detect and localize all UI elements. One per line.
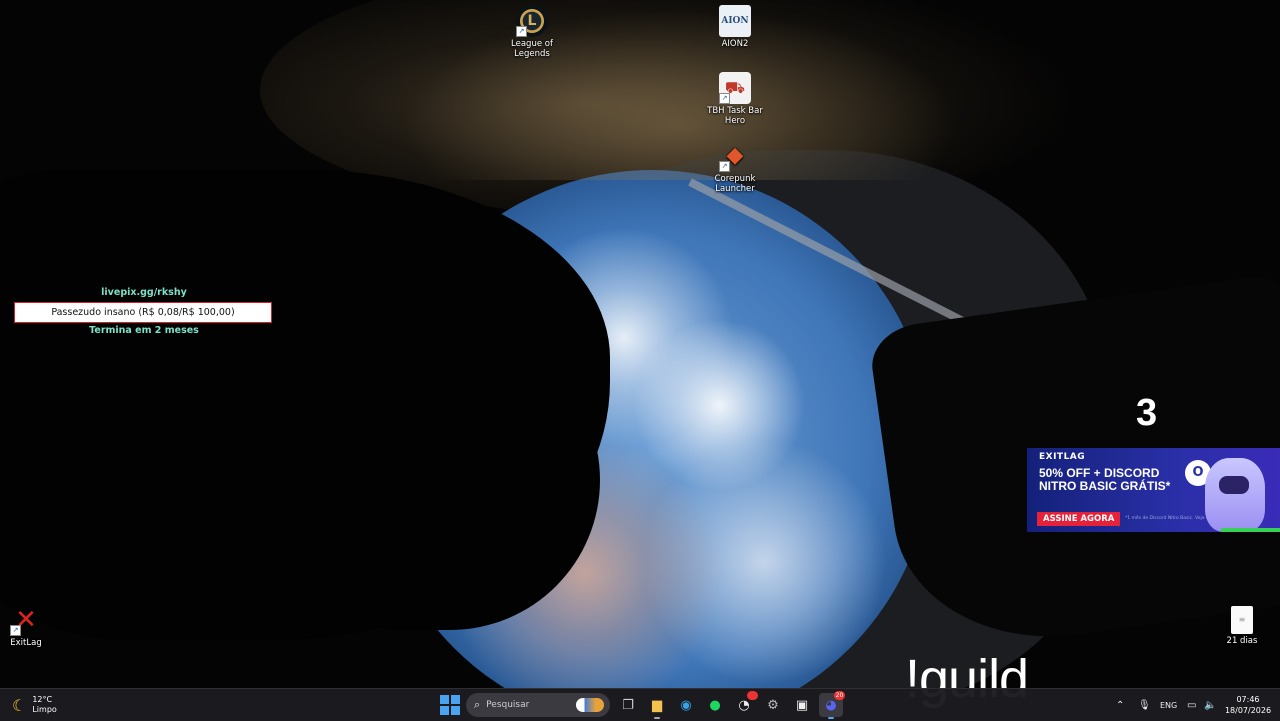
notification-dot: [747, 691, 758, 700]
desktop-icon-aion2[interactable]: AION AION2: [698, 5, 772, 49]
exitlag-ad-banner[interactable]: EXITLAG 50% OFF + DISCORD NITRO BASIC GR…: [1027, 448, 1280, 532]
task-view-icon: ❐: [622, 697, 634, 713]
search-highlight-icon: [576, 698, 604, 712]
microphone-icon: 🎙: [1138, 699, 1151, 711]
moon-icon: ☾: [12, 695, 27, 715]
taskbar-discord[interactable]: ◕ 20: [819, 691, 845, 719]
shortcut-arrow-icon: ↗: [719, 93, 730, 104]
running-indicator: [828, 717, 834, 719]
taskbar-file-explorer[interactable]: ▆: [645, 693, 669, 719]
weather-condition: Limpo: [32, 705, 57, 714]
taskbar-game-app[interactable]: ▣: [790, 693, 814, 717]
spotify-icon: ●: [709, 697, 721, 713]
livepix-end-text: Termina em 2 meses: [89, 325, 199, 336]
text-document-icon: ≡: [1231, 606, 1253, 634]
overlay-counter: 3: [1136, 392, 1158, 434]
ad-brand-logo: EXITLAG: [1039, 452, 1086, 462]
desktop-icon-label: ExitLag: [10, 638, 42, 648]
windows-logo-pane: [440, 695, 449, 704]
desktop-icon-corepunk-launcher[interactable]: ◆ ↗ Corepunk Launcher: [698, 140, 772, 195]
desktop-icon-tbh-task-bar-hero[interactable]: ⛟ ↗ TBH Task Bar Hero: [698, 72, 772, 126]
desktop-wallpaper: [0, 0, 1280, 688]
search-icon: ⌕: [474, 698, 481, 711]
windows-logo-pane: [440, 706, 449, 715]
tbh-task-bar-hero-icon: ⛟ ↗: [719, 72, 751, 104]
weather-text: 12°C Limpo: [32, 695, 56, 715]
weather-temperature: 12°C: [32, 695, 53, 704]
shortcut-arrow-icon: ↗: [516, 26, 527, 37]
discord-mascot-icon: [1205, 458, 1265, 532]
aion2-icon: AION: [719, 5, 751, 37]
edge-icon: ◉: [680, 697, 692, 713]
livepix-goal-text: Passezudo insano (R$ 0,08/R$ 100,00): [51, 307, 235, 318]
clock-time: 07:46: [1236, 695, 1260, 704]
livepix-link: livepix.gg/rkshy: [101, 287, 187, 298]
gear-icon: ⚙: [767, 697, 779, 713]
ad-accent-strip: [1221, 528, 1280, 532]
volume-button[interactable]: 🔈: [1204, 689, 1216, 721]
app-icon: ◔: [738, 697, 750, 713]
folder-icon: ▆: [652, 697, 662, 713]
speaker-icon: 🔈: [1204, 699, 1217, 711]
running-indicator: [654, 717, 660, 719]
discord-notification-badge: 20: [834, 691, 845, 700]
taskbar-spotify[interactable]: ●: [703, 693, 727, 717]
aion2-logo-text: AION: [721, 16, 749, 26]
discord-icon: ◕: [825, 697, 837, 713]
wallpaper-silhouette-face: [300, 330, 600, 630]
ad-subscribe-button[interactable]: ASSINE AGORA: [1037, 512, 1121, 526]
network-icon: ▭: [1187, 699, 1197, 711]
language-text: ENG: [1160, 700, 1178, 710]
network-button[interactable]: ▭: [1187, 689, 1196, 721]
desktop-icon-label: 21 dias: [1226, 636, 1258, 646]
wallpaper-hair-highlight: [380, 0, 980, 180]
game-icon: ▣: [795, 697, 809, 713]
taskbar-clock[interactable]: 07:46 18/07/2026: [1222, 694, 1274, 716]
desktop-icon-21-dias[interactable]: ≡ 21 dias: [1205, 606, 1279, 646]
desktop-icon-exitlag[interactable]: ✕ ↗ ExitLag: [0, 604, 63, 648]
shortcut-arrow-icon: ↗: [10, 625, 21, 636]
corepunk-launcher-icon: ◆ ↗: [719, 140, 751, 172]
desktop-icon-label: AION2: [721, 39, 749, 49]
start-button[interactable]: [440, 695, 460, 715]
windows-logo-pane: [451, 695, 460, 704]
search-placeholder: Pesquisar: [486, 700, 530, 710]
shortcut-arrow-icon: ↗: [719, 161, 730, 172]
league-of-legends-icon: L ↗: [516, 5, 548, 37]
exitlag-icon: ✕ ↗: [10, 604, 42, 636]
livepix-goal-bar: Passezudo insano (R$ 0,08/R$ 100,00): [14, 302, 272, 323]
taskbar: ☾ 12°C Limpo ⌕ Pesquisar ❐ ▆ ◉ ● ◔ ⚙ ▣ ◕…: [0, 688, 1280, 721]
taskbar-app-red[interactable]: ◔: [732, 691, 758, 717]
show-hidden-icons-button[interactable]: ⌃: [1116, 689, 1124, 721]
desktop-icon-label: Corepunk Launcher: [714, 174, 756, 194]
language-indicator[interactable]: ENG: [1160, 689, 1177, 721]
taskbar-edge[interactable]: ◉: [674, 693, 698, 717]
desktop-icon-label: League of Legends: [511, 39, 553, 59]
ad-headline: 50% OFF + DISCORD NITRO BASIC GRÁTIS*: [1039, 466, 1171, 493]
microphone-button[interactable]: 🎙: [1138, 689, 1151, 721]
taskbar-task-view[interactable]: ❐: [616, 693, 640, 717]
taskbar-settings[interactable]: ⚙: [761, 693, 785, 717]
taskbar-search-box[interactable]: ⌕ Pesquisar: [466, 693, 610, 717]
weather-widget[interactable]: ☾ 12°C Limpo: [12, 693, 57, 717]
desktop-icon-label: TBH Task Bar Hero: [707, 106, 763, 126]
windows-logo-pane: [451, 706, 460, 715]
desktop-icon-league-of-legends[interactable]: L ↗ League of Legends: [495, 5, 569, 59]
chevron-up-icon: ⌃: [1116, 699, 1125, 711]
clock-date: 18/07/2026: [1224, 706, 1272, 715]
